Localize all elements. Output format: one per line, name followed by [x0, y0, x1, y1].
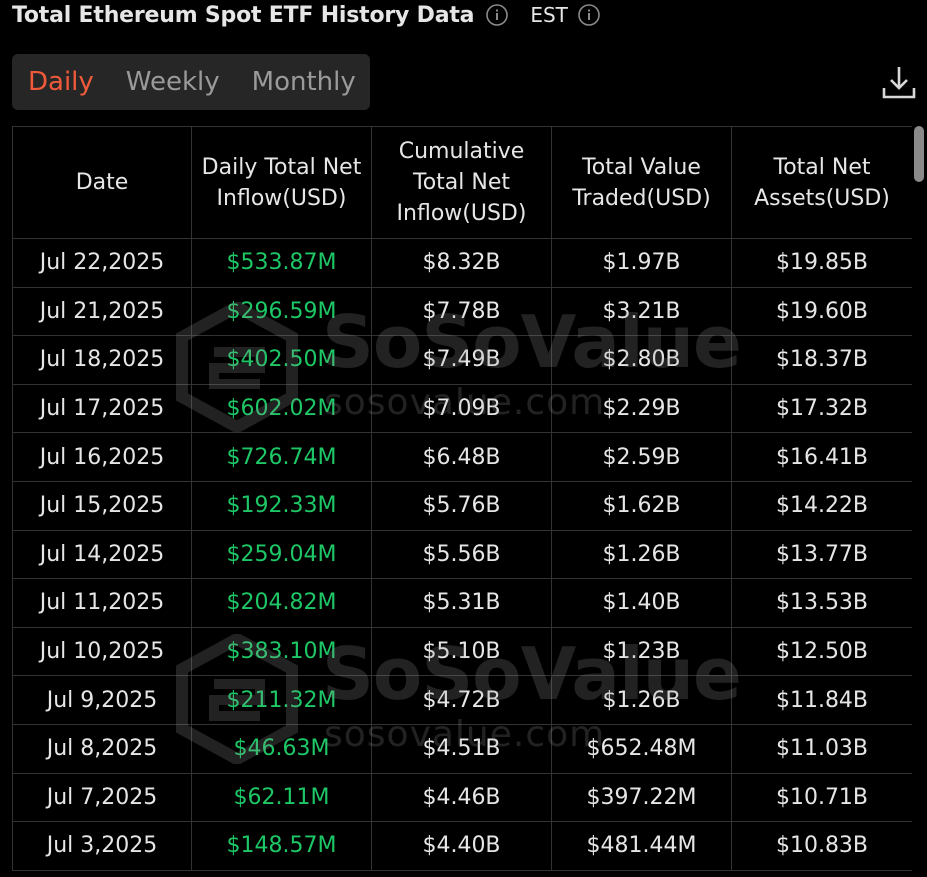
total-net-assets-cell: $10.71B	[731, 772, 912, 823]
daily-net-inflow-cell: $192.33M	[191, 480, 372, 531]
total-value-traded-cell: $397.22M	[551, 772, 732, 823]
cumulative-net-inflow-cell: $6.48B	[371, 432, 552, 482]
total-value-traded-cell: $2.80B	[551, 335, 732, 385]
date-cell: Jul 17,2025	[12, 383, 192, 434]
date-cell: Jul 3,2025	[12, 821, 192, 871]
daily-net-inflow-cell: $148.57M	[191, 821, 372, 871]
total-net-assets-cell: $12.50B	[731, 626, 912, 677]
info-circle-icon[interactable]	[578, 4, 600, 26]
total-net-assets-cell: $11.03B	[731, 723, 912, 774]
column-header-date: Date	[12, 126, 192, 239]
tab-monthly[interactable]: Monthly	[236, 67, 372, 97]
table-header-row: Date Daily Total Net Inflow(USD) Cumulat…	[12, 126, 912, 239]
cumulative-net-inflow-cell: $5.10B	[371, 626, 552, 677]
cumulative-net-inflow-cell: $5.31B	[371, 578, 552, 628]
daily-net-inflow-cell: $62.11M	[191, 772, 372, 823]
table-row: Jul 21,2025 $296.59M $7.78B $3.21B $19.60B	[12, 286, 912, 337]
cumulative-net-inflow-cell: $4.40B	[371, 821, 552, 871]
column-header-cumulative-net-inflow: Cumulative Total Net Inflow(USD)	[371, 126, 552, 239]
cumulative-net-inflow-cell: $5.56B	[371, 529, 552, 580]
daily-net-inflow-cell: $211.32M	[191, 675, 372, 725]
cumulative-net-inflow-cell: $8.32B	[371, 238, 552, 288]
column-header-total-net-assets: Total Net Assets(USD)	[731, 126, 912, 239]
info-circle-icon[interactable]	[486, 4, 509, 26]
total-value-traded-cell: $1.26B	[551, 529, 732, 580]
total-value-traded-cell: $1.40B	[551, 578, 732, 628]
date-cell: Jul 16,2025	[12, 432, 192, 482]
daily-net-inflow-cell: $533.87M	[191, 238, 372, 288]
table-row: Jul 15,2025 $192.33M $5.76B $1.62B $14.22B	[12, 480, 912, 531]
daily-net-inflow-cell: $204.82M	[191, 578, 372, 628]
total-net-assets-cell: $19.60B	[731, 286, 912, 337]
cumulative-net-inflow-cell: $4.46B	[371, 772, 552, 823]
cumulative-net-inflow-cell: $5.76B	[371, 480, 552, 531]
table-row: Jul 10,2025 $383.10M $5.10B $1.23B $12.50B	[12, 626, 912, 677]
daily-net-inflow-cell: $402.50M	[191, 335, 372, 385]
date-cell: Jul 15,2025	[12, 480, 192, 531]
total-net-assets-cell: $16.41B	[731, 432, 912, 482]
table-row: Jul 7,2025 $62.11M $4.46B $397.22M $10.71B	[12, 772, 912, 823]
date-cell: Jul 9,2025	[12, 675, 192, 725]
date-cell: Jul 22,2025	[12, 238, 192, 288]
vertical-scrollbar[interactable]	[913, 126, 925, 877]
page-title: Total Ethereum Spot ETF History Data	[12, 2, 475, 28]
date-cell: Jul 11,2025	[12, 578, 192, 628]
daily-net-inflow-cell: $296.59M	[191, 286, 372, 337]
scrollbar-thumb[interactable]	[914, 126, 924, 182]
etf-history-panel: Total Ethereum Spot ETF History Data EST…	[0, 0, 927, 877]
daily-net-inflow-cell: $46.63M	[191, 723, 372, 774]
table-row: Jul 8,2025 $46.63M $4.51B $652.48M $11.03B	[12, 723, 912, 774]
table-row: Jul 14,2025 $259.04M $5.56B $1.26B $13.77B	[12, 529, 912, 580]
table-row: Jul 3,2025 $148.57M $4.40B $481.44M $10.83B	[12, 821, 912, 871]
table-row: Jul 18,2025 $402.50M $7.49B $2.80B $18.37B	[12, 335, 912, 385]
total-net-assets-cell: $14.22B	[731, 480, 912, 531]
column-header-daily-net-inflow: Daily Total Net Inflow(USD)	[191, 126, 372, 239]
daily-net-inflow-cell: $259.04M	[191, 529, 372, 580]
total-value-traded-cell: $1.23B	[551, 626, 732, 677]
date-cell: Jul 18,2025	[12, 335, 192, 385]
date-cell: Jul 7,2025	[12, 772, 192, 823]
date-cell: Jul 10,2025	[12, 626, 192, 677]
cumulative-net-inflow-cell: $7.09B	[371, 383, 552, 434]
tab-daily[interactable]: Daily	[12, 67, 110, 97]
daily-net-inflow-cell: $602.02M	[191, 383, 372, 434]
total-net-assets-cell: $13.77B	[731, 529, 912, 580]
table-row: Jul 11,2025 $204.82M $5.31B $1.40B $13.53B	[12, 578, 912, 628]
cumulative-net-inflow-cell: $7.78B	[371, 286, 552, 337]
cumulative-net-inflow-cell: $4.72B	[371, 675, 552, 725]
total-net-assets-cell: $11.84B	[731, 675, 912, 725]
period-tabs: Daily Weekly Monthly	[12, 54, 370, 110]
total-net-assets-cell: $19.85B	[731, 238, 912, 288]
date-cell: Jul 14,2025	[12, 529, 192, 580]
table-row: Jul 17,2025 $602.02M $7.09B $2.29B $17.32B	[12, 383, 912, 434]
total-value-traded-cell: $652.48M	[551, 723, 732, 774]
column-header-total-value-traded: Total Value Traded(USD)	[551, 126, 732, 239]
cumulative-net-inflow-cell: $4.51B	[371, 723, 552, 774]
total-value-traded-cell: $1.26B	[551, 675, 732, 725]
header: Total Ethereum Spot ETF History Data EST	[12, 0, 600, 30]
total-value-traded-cell: $2.59B	[551, 432, 732, 482]
daily-net-inflow-cell: $726.74M	[191, 432, 372, 482]
date-cell: Jul 21,2025	[12, 286, 192, 337]
total-net-assets-cell: $10.83B	[731, 821, 912, 871]
total-value-traded-cell: $1.62B	[551, 480, 732, 531]
history-table: Date Daily Total Net Inflow(USD) Cumulat…	[12, 126, 912, 871]
total-value-traded-cell: $481.44M	[551, 821, 732, 871]
tab-weekly[interactable]: Weekly	[110, 67, 236, 97]
total-value-traded-cell: $1.97B	[551, 238, 732, 288]
total-net-assets-cell: $18.37B	[731, 335, 912, 385]
history-table-container: Date Daily Total Net Inflow(USD) Cumulat…	[12, 126, 912, 877]
total-net-assets-cell: $17.32B	[731, 383, 912, 434]
date-cell: Jul 8,2025	[12, 723, 192, 774]
table-row: Jul 22,2025 $533.87M $8.32B $1.97B $19.85B	[12, 238, 912, 288]
total-net-assets-cell: $13.53B	[731, 578, 912, 628]
total-value-traded-cell: $3.21B	[551, 286, 732, 337]
download-icon[interactable]	[880, 64, 918, 102]
cumulative-net-inflow-cell: $7.49B	[371, 335, 552, 385]
timezone-label: EST	[530, 3, 568, 27]
table-row: Jul 9,2025 $211.32M $4.72B $1.26B $11.84B	[12, 675, 912, 725]
daily-net-inflow-cell: $383.10M	[191, 626, 372, 677]
table-row: Jul 16,2025 $726.74M $6.48B $2.59B $16.41B	[12, 432, 912, 482]
total-value-traded-cell: $2.29B	[551, 383, 732, 434]
